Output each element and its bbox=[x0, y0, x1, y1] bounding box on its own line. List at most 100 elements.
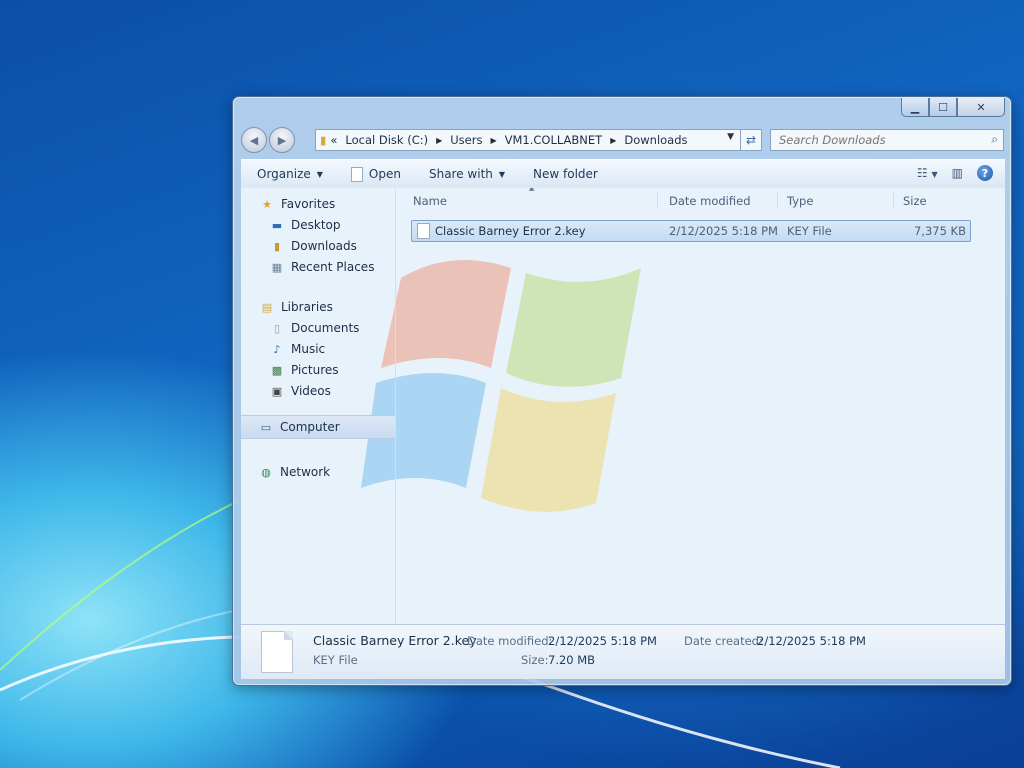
nav-recent-places[interactable]: ▦ Recent Places bbox=[269, 260, 375, 274]
content-area: ★ Favorites ▬ Desktop ▮ Downloads ▦ Rece… bbox=[241, 188, 1005, 625]
breadcrumb-users[interactable]: Users bbox=[450, 133, 482, 147]
nav-computer-label: Computer bbox=[280, 420, 340, 434]
column-header-date-modified[interactable]: Date modified bbox=[669, 194, 751, 208]
computer-icon: ▭ bbox=[260, 420, 272, 434]
column-headers: Name ▲ Date modified Type Size bbox=[399, 188, 1005, 212]
close-button[interactable]: ✕ bbox=[957, 98, 1005, 117]
search-box: ⌕ bbox=[770, 129, 1004, 151]
nav-favorites[interactable]: ★ Favorites bbox=[259, 197, 335, 211]
file-date-modified: 2/12/2025 5:18 PM bbox=[669, 224, 778, 238]
nav-videos-label: Videos bbox=[291, 384, 331, 398]
nav-downloads[interactable]: ▮ Downloads bbox=[269, 239, 357, 253]
address-overflow-chevron[interactable]: « bbox=[330, 133, 337, 147]
folder-icon: ▮ bbox=[320, 133, 327, 147]
column-header-type[interactable]: Type bbox=[787, 194, 813, 208]
libraries-icon: ▤ bbox=[261, 300, 273, 314]
forward-button[interactable]: ▶ bbox=[269, 127, 295, 153]
star-icon: ★ bbox=[262, 197, 272, 211]
nav-music[interactable]: ♪ Music bbox=[269, 342, 325, 356]
details-file-name: Classic Barney Error 2.key bbox=[313, 633, 477, 648]
minimize-button[interactable]: ▁ bbox=[901, 98, 929, 117]
music-icon: ♪ bbox=[273, 342, 281, 356]
nav-libraries-label: Libraries bbox=[281, 300, 333, 314]
column-divider[interactable] bbox=[657, 192, 658, 208]
desktop-icon: ▬ bbox=[271, 218, 283, 232]
nav-videos[interactable]: ▣ Videos bbox=[269, 384, 331, 398]
details-size-value: 7.20 MB bbox=[548, 653, 596, 667]
file-type: KEY File bbox=[787, 224, 832, 238]
file-name: Classic Barney Error 2.key bbox=[435, 224, 586, 238]
address-dropdown-icon[interactable]: ▼ bbox=[727, 132, 734, 142]
preview-pane-icon[interactable]: ▥ bbox=[952, 166, 963, 180]
explorer-window: ▁ ☐ ✕ ◀ ▶ ▮ « Local Disk (C:) ▶ Users ▶ … bbox=[232, 96, 1012, 686]
nav-recent-places-label: Recent Places bbox=[291, 260, 375, 274]
organize-button[interactable]: Organize ▼ bbox=[257, 167, 323, 181]
nav-music-label: Music bbox=[291, 342, 326, 356]
new-folder-button[interactable]: New folder bbox=[533, 167, 598, 181]
documents-icon: ▯ bbox=[273, 321, 281, 335]
nav-desktop-label: Desktop bbox=[291, 218, 341, 232]
chevron-down-icon: ▼ bbox=[316, 169, 323, 179]
breadcrumb-downloads[interactable]: Downloads bbox=[624, 133, 687, 147]
nav-pictures-label: Pictures bbox=[291, 363, 339, 377]
view-options-icon[interactable]: ☷ ▼ bbox=[917, 166, 938, 180]
recent-places-icon: ▦ bbox=[271, 260, 283, 274]
details-date-created-value: 2/12/2025 5:18 PM bbox=[757, 634, 866, 648]
breadcrumb-arrow-icon[interactable]: ▶ bbox=[436, 136, 442, 145]
details-file-type: KEY File bbox=[313, 653, 358, 667]
file-size: 7,375 KB bbox=[913, 224, 966, 238]
share-with-label: Share with bbox=[428, 167, 493, 181]
navigation-row: ◀ ▶ ▮ « Local Disk (C:) ▶ Users ▶ VM1.CO… bbox=[241, 127, 1005, 153]
pictures-icon: ▩ bbox=[271, 363, 283, 377]
column-divider[interactable] bbox=[777, 192, 778, 208]
new-folder-label: New folder bbox=[533, 167, 598, 181]
details-size-label: Size: bbox=[521, 653, 549, 667]
nav-network-label: Network bbox=[280, 465, 331, 479]
nav-downloads-label: Downloads bbox=[291, 239, 357, 253]
nav-desktop[interactable]: ▬ Desktop bbox=[269, 218, 341, 232]
window-controls: ▁ ☐ ✕ bbox=[901, 98, 1005, 117]
column-header-name[interactable]: Name bbox=[413, 194, 447, 208]
windows-logo-watermark bbox=[361, 260, 641, 512]
share-with-button[interactable]: Share with ▼ bbox=[429, 167, 505, 181]
breadcrumb-arrow-icon[interactable]: ▶ bbox=[610, 136, 616, 145]
sort-chevron-icon: ▲ bbox=[529, 188, 535, 192]
open-button[interactable]: Open bbox=[350, 166, 401, 182]
command-bar: Organize ▼ Open Share with ▼ New folder ☷ … bbox=[241, 159, 1005, 189]
column-divider[interactable] bbox=[893, 192, 894, 208]
nav-pictures[interactable]: ▩ Pictures bbox=[269, 363, 339, 377]
file-icon bbox=[417, 223, 430, 239]
search-input[interactable] bbox=[777, 132, 981, 148]
nav-libraries[interactable]: ▤ Libraries bbox=[259, 300, 333, 314]
details-pane: Classic Barney Error 2.key KEY File Date… bbox=[241, 625, 1005, 679]
nav-documents-label: Documents bbox=[291, 321, 360, 335]
breadcrumb-vm1[interactable]: VM1.COLLABNET bbox=[505, 133, 603, 147]
address-bar[interactable]: ▮ « Local Disk (C:) ▶ Users ▶ VM1.COLLAB… bbox=[315, 129, 741, 151]
chevron-down-icon: ▼ bbox=[498, 169, 506, 179]
organize-label: Organize bbox=[257, 167, 311, 181]
refresh-button[interactable]: ⇄ bbox=[741, 129, 762, 151]
nav-network[interactable]: ◍ Network bbox=[258, 465, 330, 479]
help-icon[interactable]: ? bbox=[977, 165, 993, 181]
details-date-modified-label: Date modified: bbox=[467, 634, 553, 648]
navigation-pane: ★ Favorites ▬ Desktop ▮ Downloads ▦ Rece… bbox=[241, 188, 396, 624]
search-icon[interactable]: ⌕ bbox=[991, 132, 998, 147]
videos-icon: ▣ bbox=[271, 384, 283, 398]
breadcrumb-local-disk[interactable]: Local Disk (C:) bbox=[345, 133, 428, 147]
view-controls: ☷ ▼ ▥ ? bbox=[917, 165, 993, 181]
nav-documents[interactable]: ▯ Documents bbox=[269, 321, 359, 335]
back-button[interactable]: ◀ bbox=[241, 127, 267, 153]
file-row[interactable]: Classic Barney Error 2.key 2/12/2025 5:1… bbox=[411, 220, 971, 242]
file-thumbnail-icon bbox=[261, 631, 293, 673]
details-date-modified-value: 2/12/2025 5:18 PM bbox=[548, 634, 657, 648]
open-label: Open bbox=[368, 167, 401, 181]
downloads-folder-icon: ▮ bbox=[273, 239, 281, 253]
nav-favorites-label: Favorites bbox=[281, 197, 336, 211]
column-header-size[interactable]: Size bbox=[903, 194, 927, 208]
network-icon: ◍ bbox=[261, 465, 271, 479]
details-date-created-label: Date created: bbox=[684, 634, 763, 648]
document-icon bbox=[350, 166, 363, 182]
breadcrumb-arrow-icon[interactable]: ▶ bbox=[490, 136, 496, 145]
maximize-button[interactable]: ☐ bbox=[929, 98, 957, 117]
nav-computer[interactable]: ▭ Computer bbox=[241, 415, 395, 439]
